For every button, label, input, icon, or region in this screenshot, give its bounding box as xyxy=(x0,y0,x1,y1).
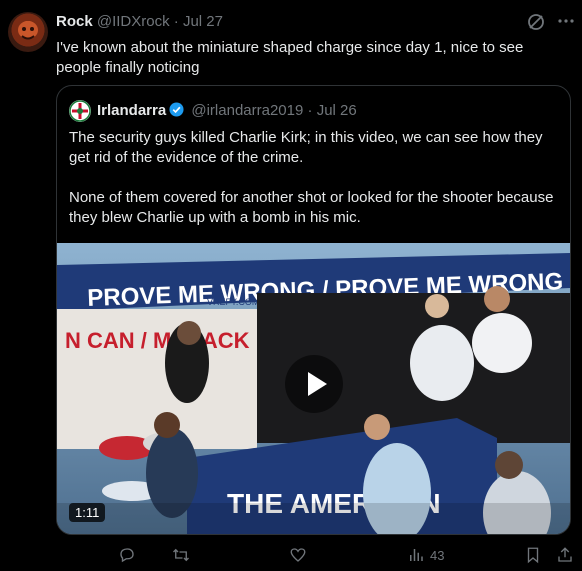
like-icon xyxy=(290,548,306,562)
like-button[interactable] xyxy=(289,544,307,566)
quoted-separator-dot: · xyxy=(307,102,313,119)
action-bar: 43 xyxy=(0,544,582,568)
separator-dot: · xyxy=(173,13,179,30)
play-button[interactable] xyxy=(285,355,343,413)
views-button[interactable]: 43 xyxy=(407,544,444,566)
quoted-author-name[interactable]: Irlandarra xyxy=(97,102,166,119)
left-sign-text: N CAN / MEBACK xyxy=(65,328,250,353)
grok-icon[interactable] xyxy=(527,13,545,31)
reply-icon xyxy=(120,548,134,563)
quoted-author-handle[interactable]: @irlandarra2019 xyxy=(191,102,303,119)
share-button[interactable] xyxy=(556,544,574,566)
quoted-date[interactable]: Jul 26 xyxy=(317,102,357,119)
tweet-date[interactable]: Jul 27 xyxy=(183,13,223,30)
video-duration: 1:11 xyxy=(69,503,106,522)
tweet[interactable]: Rock @IIDXrock · Jul 27 I've known about… xyxy=(0,0,582,571)
retweet-button[interactable] xyxy=(172,544,190,566)
more-icon[interactable] xyxy=(556,11,576,31)
bookmark-icon xyxy=(527,547,539,564)
verified-icon xyxy=(169,102,184,117)
play-icon xyxy=(308,372,327,396)
retweet-icon xyxy=(173,548,189,562)
quoted-paragraph-1: The security guys killed Charlie Kirk; i… xyxy=(69,129,543,166)
site-text: VREFY.COM xyxy=(207,297,259,307)
quoted-tweet[interactable]: Irlandarra @irlandarra2019 · Jul 26 The … xyxy=(56,85,571,535)
views-icon xyxy=(410,549,423,561)
share-icon xyxy=(558,547,572,562)
reply-button[interactable] xyxy=(118,544,136,566)
tweet-header: Rock @IIDXrock · Jul 27 xyxy=(56,13,223,30)
author-name[interactable]: Rock xyxy=(56,13,93,30)
quoted-header: Irlandarra @irlandarra2019 · Jul 26 xyxy=(97,102,357,119)
tweet-text: I've known about the miniature shaped ch… xyxy=(56,39,524,76)
bookmark-button[interactable] xyxy=(524,544,542,566)
quoted-author-avatar[interactable] xyxy=(69,100,91,122)
video-player[interactable]: PROVE ME WRONG / PROVE ME WRONG N CAN / … xyxy=(57,243,570,534)
views-count: 43 xyxy=(430,547,445,563)
author-avatar[interactable] xyxy=(8,12,48,52)
author-handle[interactable]: @IIDXrock xyxy=(97,13,170,30)
quoted-paragraph-2: None of them covered for another shot or… xyxy=(69,189,554,226)
quoted-text: The security guys killed Charlie Kirk; i… xyxy=(69,128,564,228)
